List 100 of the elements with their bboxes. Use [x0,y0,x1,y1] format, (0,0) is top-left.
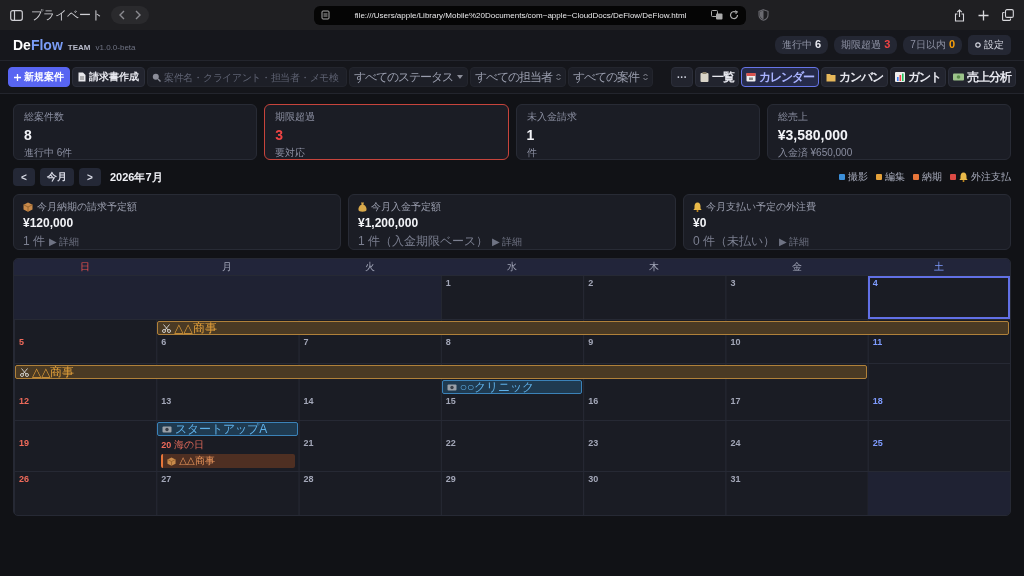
calendar-day-cell[interactable]: 17 [725,394,868,420]
weekday-header: 土 [932,260,945,274]
badge-count: 3 [884,38,891,50]
summary-amount: ¥1,200,000 [358,216,420,231]
stat-note: 要対応 [275,146,306,160]
view-tab[interactable]: カンバン [821,67,888,87]
day-number: 18 [872,396,883,406]
calendar-day-cell[interactable]: 12 [14,394,157,420]
day-number: 9 [588,337,594,347]
sidebar-icon[interactable] [10,9,23,21]
current-month-button[interactable]: 今月 [40,168,74,186]
private-label: プライベート [31,6,103,24]
calendar-day-cell[interactable]: 19 [14,436,157,471]
filter-select[interactable]: すべての担当者 [470,67,566,87]
calendar-day-cell[interactable]: 24 [725,436,868,471]
calendar-day-cell[interactable]: 7 [298,335,441,363]
calendar-day-cell[interactable]: 15 [440,394,584,420]
calendar-day-cell[interactable]: 4 [867,276,1010,319]
day-number: 15 [445,396,456,406]
calendar-day-cell[interactable]: 20 海の日 △△商事 [156,436,299,471]
calendar-day-cell[interactable]: 13 [156,394,299,420]
status-badge[interactable]: 進行中 6 [775,36,829,54]
next-month-button[interactable]: > [79,168,101,186]
holiday-label: 海の日 [174,438,205,452]
event-bar[interactable]: △△商事 [15,365,867,379]
view-tab[interactable]: カレンダー [741,67,819,87]
calendar-day-cell[interactable]: 25 [867,436,1010,471]
day-number: 19 [19,438,29,448]
event-bar[interactable]: △△商事 [157,321,1009,335]
camera-icon [162,425,173,433]
event-bar[interactable]: ○○クリニック [441,380,583,394]
filter-select[interactable]: すべての案件 [568,67,653,87]
stat-label: 期限超過 [275,110,316,124]
event-bar[interactable]: スタートアップA [157,422,298,436]
calendar-day-cell[interactable]: 30 [583,472,726,515]
calendar-day-cell[interactable] [867,472,1010,515]
calendar-day-cell[interactable]: 21 [298,436,441,471]
weekday-header: 水 [506,260,518,274]
package-icon [23,202,33,212]
shield-icon[interactable] [758,9,769,21]
calendar-day-cell[interactable]: 16 [583,394,726,420]
day-number: 12 [19,396,29,406]
status-badge[interactable]: 期限超過 3 [834,36,898,54]
calendar-day-cell[interactable]: 8 [440,335,584,363]
day-number: 29 [445,474,456,484]
search-field[interactable]: 案件名・クライアント・担当者・メモ検 [147,67,347,87]
plus-icon [14,73,21,81]
forward-icon[interactable] [134,10,142,20]
create-invoice-button[interactable]: 請求書作成 [72,67,145,87]
settings-button[interactable]: 設定 [968,35,1011,55]
calendar-day-cell[interactable]: 2 [583,276,726,319]
reload-icon[interactable] [729,10,739,20]
calendar-day-cell[interactable]: 9 [583,335,726,363]
calendar-day-cell[interactable]: 22 [440,436,584,471]
address-bar[interactable]: file:///Users/apple/Library/Mobile%20Documents/com~apple~CloudDocs/DeFlow/DeFlow.html [314,5,746,25]
day-number: 8 [445,337,451,347]
money-bag-icon [358,202,367,212]
calendar-day-cell[interactable]: 31 [725,472,868,515]
calendar-day-cell[interactable]: 18 [867,394,1010,420]
more-button[interactable]: ··· [671,67,693,87]
view-tab[interactable]: ガント [890,67,946,87]
bell-icon [693,202,702,212]
previous-month-button[interactable]: < [13,168,35,186]
calendar-day-cell[interactable]: 27 [156,472,299,515]
new-tab-icon[interactable] [978,9,989,21]
event-chip[interactable]: △△商事 [161,454,295,468]
calendar-day-cell[interactable]: 29 [440,472,584,515]
calendar-day-cell[interactable]: 11 [867,335,1010,363]
chevron-up-down-icon [643,73,648,81]
share-icon[interactable] [954,8,965,22]
view-tab[interactable]: 売上分析 [948,67,1016,87]
view-tab[interactable]: 一覧 [695,67,739,87]
detail-link[interactable]: ▶ 詳細 [779,234,810,249]
stat-note: 進行中 6件 [24,146,73,160]
filter-select[interactable]: すべてのステータス [349,67,468,87]
legend-label: 納期 [922,170,942,184]
tabs-icon[interactable] [1002,9,1014,21]
calendar-day-cell[interactable]: 3 [725,276,868,319]
calendar-day-cell[interactable]: 1 [440,276,584,319]
detail-link[interactable]: ▶ 詳細 [49,234,80,249]
document-icon [78,72,86,82]
day-number: 4 [872,278,878,288]
new-project-button[interactable]: 新規案件 [8,67,70,87]
day-number: 17 [730,396,741,406]
calendar-day-cell[interactable] [14,276,157,319]
calendar-day-cell[interactable]: 28 [298,472,441,515]
calendar-day-cell[interactable]: 10 [725,335,868,363]
calendar-day-cell[interactable]: 5 [14,335,157,363]
detail-link[interactable]: ▶ 詳細 [492,234,523,249]
translate-icon[interactable] [711,10,723,20]
back-icon[interactable] [118,10,126,20]
folder-icon [826,72,836,82]
status-badge[interactable]: 7日以内 0 [903,36,962,54]
bar-chart-icon [895,72,905,82]
badge-label: 期限超過 [841,38,882,52]
calendar-day-cell[interactable]: 26 [14,472,157,515]
calendar-day-cell[interactable]: 14 [298,394,441,420]
calendar-day-cell[interactable]: 23 [583,436,726,471]
day-number: 3 [730,278,736,288]
calendar-day-cell[interactable]: 6 [156,335,299,363]
